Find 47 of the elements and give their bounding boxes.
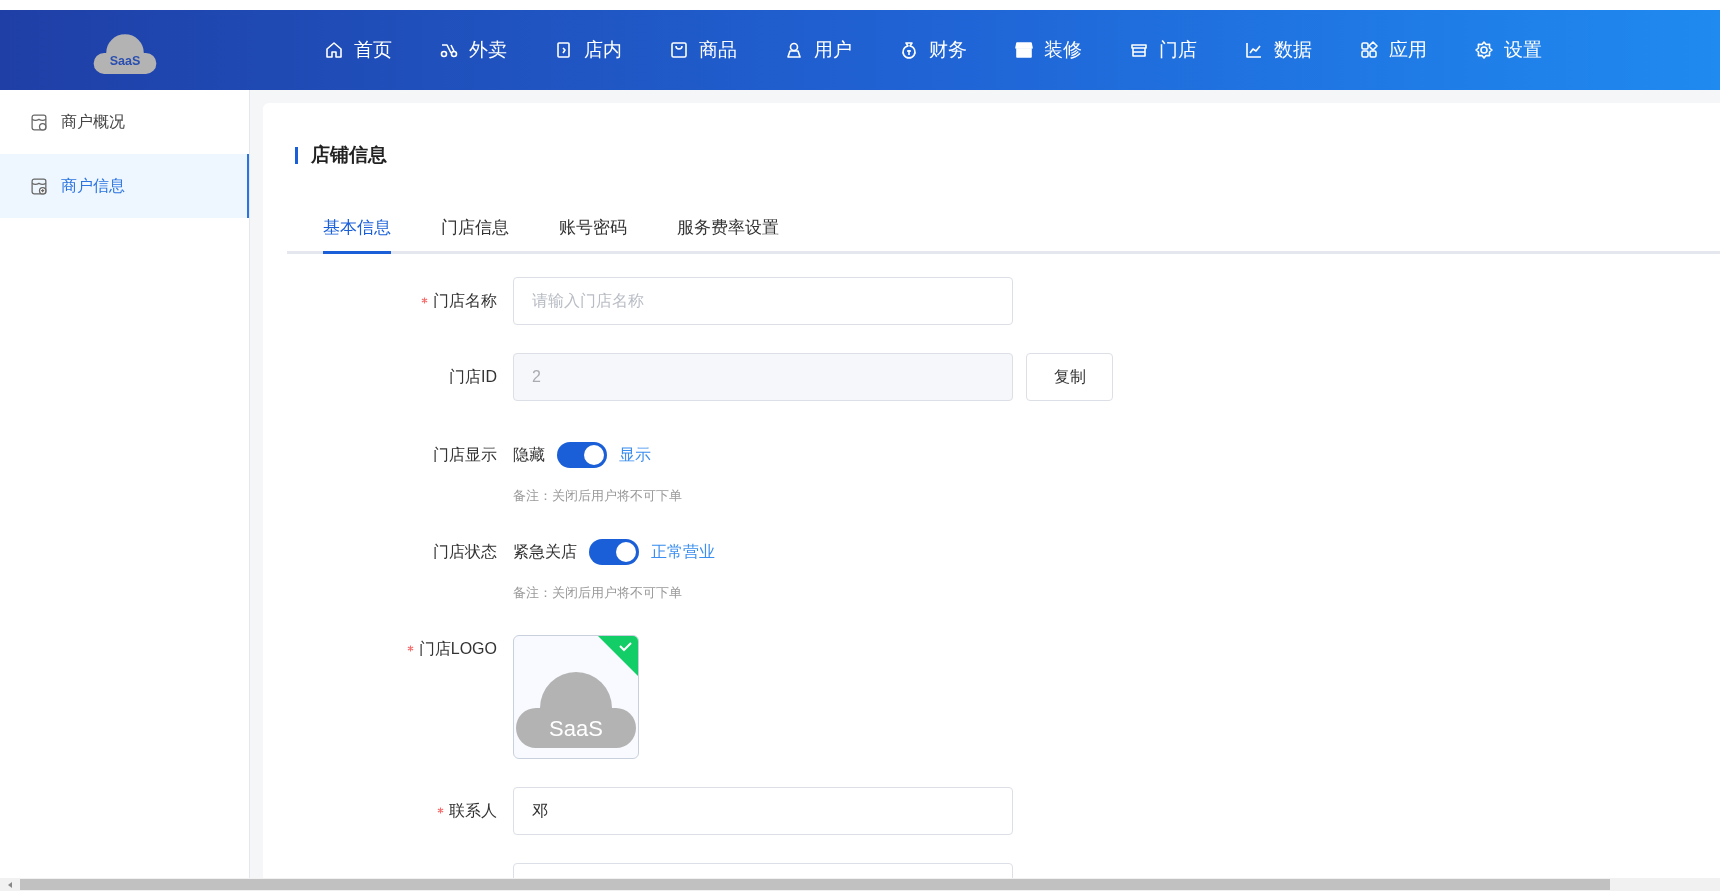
nav-tab[interactable]: 门店 xyxy=(1129,37,1197,63)
switch-off-label: 紧急关店 xyxy=(513,541,577,562)
settings-icon xyxy=(1474,40,1494,60)
tab[interactable]: 账号密码 xyxy=(559,216,627,254)
toggle-switch[interactable] xyxy=(557,442,607,468)
text-field[interactable]: 邓 xyxy=(513,787,1013,835)
field-label: 联系人 xyxy=(449,801,497,821)
note-text: 备注：关闭后用户将不可下单 xyxy=(513,584,683,602)
nav-tab[interactable]: 设置 xyxy=(1474,37,1542,63)
home-icon xyxy=(324,40,344,60)
nav-tab[interactable]: 店内 xyxy=(554,37,622,63)
section-title: 店铺信息 xyxy=(295,103,1720,173)
toggle-switch[interactable] xyxy=(589,539,639,565)
bag-icon xyxy=(669,40,689,60)
storefront-icon xyxy=(1014,40,1034,60)
nav-tab[interactable]: 商品 xyxy=(669,37,737,63)
nav-tab[interactable]: 财务 xyxy=(899,37,967,63)
tab[interactable]: 门店信息 xyxy=(441,216,509,254)
store-search-icon xyxy=(30,112,49,132)
scroll-left-arrow-icon[interactable] xyxy=(6,880,14,889)
switch-on-label: 显示 xyxy=(619,444,651,465)
note-text: 备注：关闭后用户将不可下单 xyxy=(513,487,682,505)
nav-tab[interactable]: 用户 xyxy=(784,37,852,63)
field-label: 门店状态 xyxy=(433,542,497,562)
person-icon xyxy=(784,40,804,60)
field-label: 门店LOGO xyxy=(418,639,497,659)
switch-on-label: 正常营业 xyxy=(651,541,715,562)
store-add-icon xyxy=(30,176,49,196)
sidebar-item[interactable]: 商户信息 xyxy=(0,154,249,218)
switch-off-label: 隐藏 xyxy=(513,444,545,465)
sidebar-item[interactable]: 商户概况 xyxy=(0,90,249,154)
field-label: 门店名称 xyxy=(433,291,497,311)
nav-tab[interactable]: 装修 xyxy=(1014,37,1082,63)
horizontal-scrollbar[interactable] xyxy=(0,878,1720,891)
apps-icon xyxy=(1359,40,1379,60)
tab[interactable]: 基本信息 xyxy=(323,216,391,254)
field-label: 门店ID xyxy=(449,367,497,387)
nav-tab[interactable]: 外卖 xyxy=(439,37,507,63)
tab[interactable]: 服务费率设置 xyxy=(677,216,779,254)
nav-tab[interactable]: 首页 xyxy=(324,37,392,63)
nav-tab[interactable]: 数据 xyxy=(1244,37,1312,63)
field-label: 门店显示 xyxy=(433,445,497,465)
copy-button[interactable]: 复制 xyxy=(1026,353,1113,401)
line-chart-icon xyxy=(1244,40,1264,60)
nav-tab[interactable]: 应用 xyxy=(1359,37,1427,63)
text-field[interactable]: 请输入门店名称 xyxy=(513,277,1013,325)
money-bag-icon xyxy=(899,40,919,60)
